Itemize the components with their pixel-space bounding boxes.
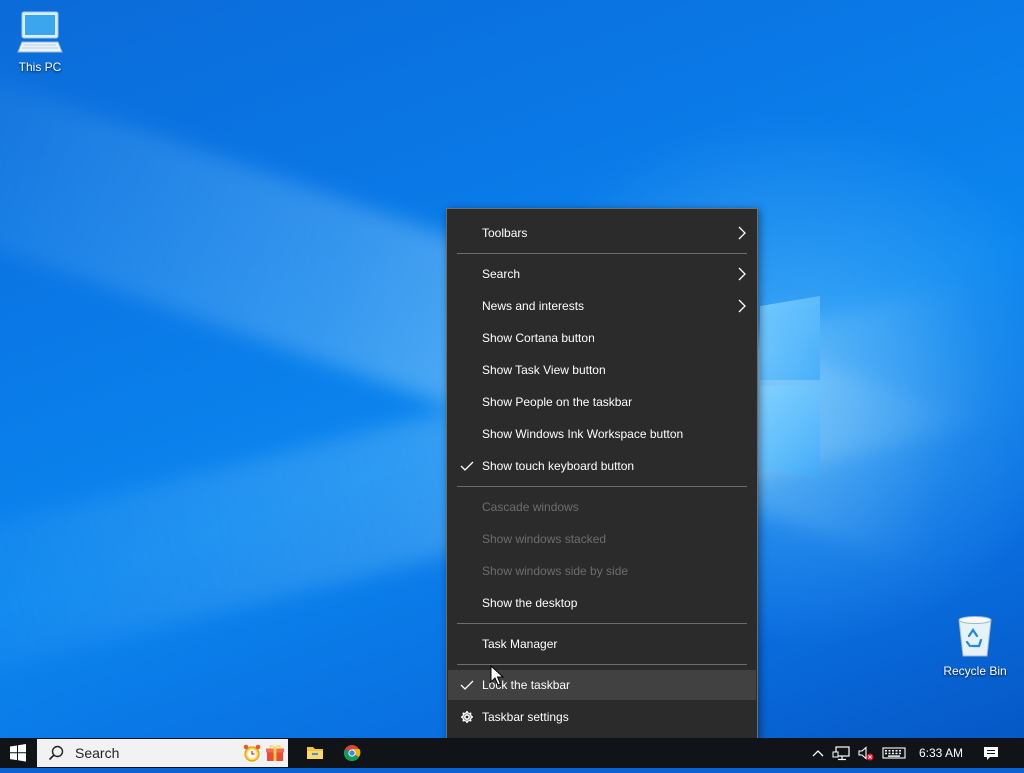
taskbar[interactable]: Search 6:33 AM	[0, 738, 1024, 768]
chevron-right-icon	[736, 218, 748, 248]
recycle-bin-icon	[951, 612, 999, 660]
checkmark-icon	[459, 451, 475, 481]
desktop-icon-this-pc[interactable]: This PC	[0, 8, 80, 74]
computer-icon	[16, 8, 64, 56]
show-hidden-icons-button[interactable]	[808, 738, 828, 768]
touch-keyboard-button[interactable]	[880, 738, 908, 768]
wallpaper-logo-pane	[760, 386, 820, 478]
menu-item-label: Show touch keyboard button	[482, 459, 635, 473]
desktop-icon-recycle-bin[interactable]: Recycle Bin	[935, 612, 1015, 678]
volume-muted-icon	[858, 746, 874, 761]
menu-item-taskbar-settings[interactable]: Taskbar settings	[448, 702, 756, 732]
menu-item-label: Cascade windows	[482, 500, 579, 514]
gift-icon	[265, 743, 285, 763]
menu-item-label: Show Task View button	[482, 363, 606, 377]
taskbar-search-box[interactable]: Search	[37, 739, 288, 767]
menu-item-label: Show windows stacked	[482, 532, 607, 546]
action-center-button[interactable]	[978, 738, 1004, 768]
search-placeholder: Search	[75, 745, 120, 761]
windows-logo-icon	[10, 744, 26, 762]
desktop-icon-label: Recycle Bin	[943, 664, 1007, 678]
menu-item-show-windows-side-by-side[interactable]: Show windows side by side	[448, 556, 756, 586]
menu-item-show-task-view-button[interactable]: Show Task View button	[448, 355, 756, 385]
alarm-clock-icon	[242, 743, 262, 763]
chevron-right-icon	[736, 291, 748, 321]
menu-item-label: Show People on the taskbar	[482, 395, 633, 409]
menu-item-news-and-interests[interactable]: News and interests	[448, 291, 756, 321]
chevron-up-icon	[812, 750, 824, 757]
menu-item-show-touch-keyboard[interactable]: Show touch keyboard button	[448, 451, 756, 481]
start-button[interactable]	[0, 738, 36, 768]
menu-separator	[457, 253, 747, 254]
action-center-icon	[984, 747, 998, 760]
menu-item-label: Taskbar settings	[482, 710, 569, 724]
menu-item-label: Show windows side by side	[482, 564, 629, 578]
chrome-icon	[343, 745, 361, 762]
taskbar-clock[interactable]: 6:33 AM	[912, 738, 970, 768]
volume-control[interactable]	[855, 738, 877, 768]
checkmark-icon	[459, 670, 475, 700]
menu-separator	[457, 623, 747, 624]
menu-item-label: Show the desktop	[482, 596, 578, 610]
wallpaper-logo-pane	[760, 296, 820, 380]
taskbar-chrome[interactable]	[337, 738, 367, 768]
menu-item-show-windows-stacked[interactable]: Show windows stacked	[448, 524, 756, 554]
menu-item-lock-the-taskbar[interactable]: Lock the taskbar	[448, 670, 756, 700]
menu-item-show-ink-workspace[interactable]: Show Windows Ink Workspace button	[448, 419, 756, 449]
chevron-right-icon	[736, 259, 748, 289]
search-icon	[48, 745, 64, 761]
menu-item-toolbars[interactable]: Toolbars	[448, 218, 756, 248]
menu-item-label: Lock the taskbar	[482, 678, 571, 692]
menu-item-label: Search	[482, 267, 521, 281]
menu-item-label: Toolbars	[482, 226, 528, 240]
file-explorer-icon	[307, 747, 323, 759]
menu-item-show-cortana-button[interactable]: Show Cortana button	[448, 323, 756, 353]
network-icon	[832, 746, 850, 761]
network-status[interactable]	[831, 738, 853, 768]
gear-icon	[459, 702, 475, 732]
menu-item-label: News and interests	[482, 299, 585, 313]
menu-item-cascade-windows[interactable]: Cascade windows	[448, 492, 756, 522]
menu-item-label: Show Windows Ink Workspace button	[482, 427, 684, 441]
menu-item-show-the-desktop[interactable]: Show the desktop	[448, 588, 756, 618]
keyboard-icon	[882, 747, 906, 759]
menu-item-task-manager[interactable]: Task Manager	[448, 629, 756, 659]
menu-item-label: Show Cortana button	[482, 331, 595, 345]
menu-item-show-people[interactable]: Show People on the taskbar	[448, 387, 756, 417]
desktop-icon-label: This PC	[18, 60, 62, 74]
taskbar-context-menu: Toolbars Search News and interests Show …	[446, 208, 758, 740]
taskbar-file-explorer[interactable]	[300, 738, 330, 768]
menu-item-search[interactable]: Search	[448, 259, 756, 289]
menu-separator	[457, 486, 747, 487]
menu-separator	[457, 664, 747, 665]
menu-item-label: Task Manager	[482, 637, 558, 651]
